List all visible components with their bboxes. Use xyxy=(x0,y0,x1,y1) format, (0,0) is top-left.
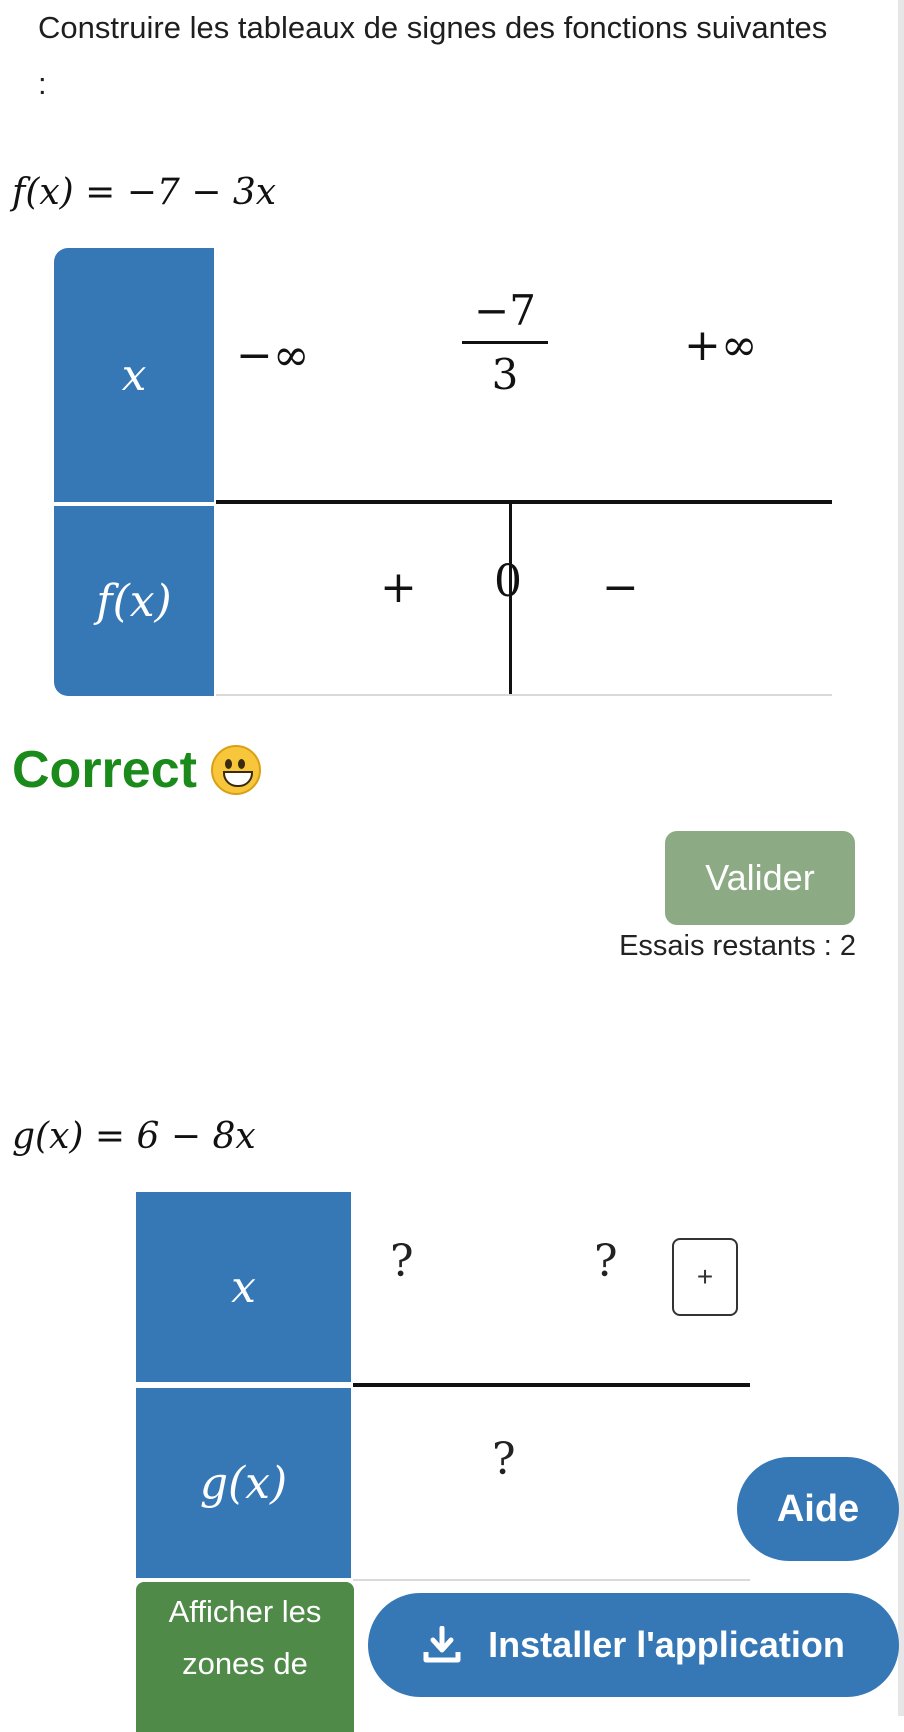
feedback-correct: Correct xyxy=(12,740,261,800)
sign-value[interactable]: ? xyxy=(492,1434,516,1485)
table-divider xyxy=(216,500,832,504)
x-root-fraction[interactable]: −7 3 xyxy=(462,286,548,399)
x-minus-infinity[interactable]: −∞ xyxy=(236,330,310,381)
table-head-gx: g(x) xyxy=(136,1388,351,1578)
add-value-button[interactable]: + xyxy=(672,1238,738,1316)
essais-restants: Essais restants : 2 xyxy=(619,930,856,962)
root-numerator: −7 xyxy=(474,286,536,335)
page-scrollbar[interactable] xyxy=(898,0,904,1716)
sign-zero[interactable]: 0 xyxy=(494,556,522,607)
instructions: Construire les tableaux de signes des fo… xyxy=(38,10,828,101)
sign-right[interactable]: − xyxy=(602,562,639,613)
table-divider xyxy=(353,1383,750,1387)
smiley-icon xyxy=(210,745,261,795)
download-icon xyxy=(422,1625,462,1664)
afficher-zones-button[interactable]: Afficher les zones de xyxy=(136,1582,354,1732)
x-plus-infinity[interactable]: +∞ xyxy=(684,320,758,371)
aide-button[interactable]: Aide xyxy=(737,1457,899,1561)
install-app-button[interactable]: Installer l'application xyxy=(368,1593,899,1697)
table-head-x: x xyxy=(136,1192,351,1382)
equation-g: g(x) = 6 − 8x xyxy=(12,1116,256,1157)
sign-left[interactable]: + xyxy=(380,562,417,613)
fraction-bar xyxy=(462,341,548,344)
table-bottom-border xyxy=(353,1579,750,1581)
equation-f: f(x) = −7 − 3x xyxy=(12,172,277,213)
table-bottom-border xyxy=(216,694,832,696)
install-label: Installer l'application xyxy=(488,1624,845,1665)
x-value-1[interactable]: ? xyxy=(390,1236,414,1287)
feedback-text: Correct xyxy=(12,741,197,799)
root-denominator: 3 xyxy=(491,350,519,399)
table-head-fx: f(x) xyxy=(54,506,214,696)
table-head-x: x xyxy=(54,248,214,502)
valider-button[interactable]: Valider xyxy=(665,831,855,925)
x-value-2[interactable]: ? xyxy=(594,1236,618,1287)
